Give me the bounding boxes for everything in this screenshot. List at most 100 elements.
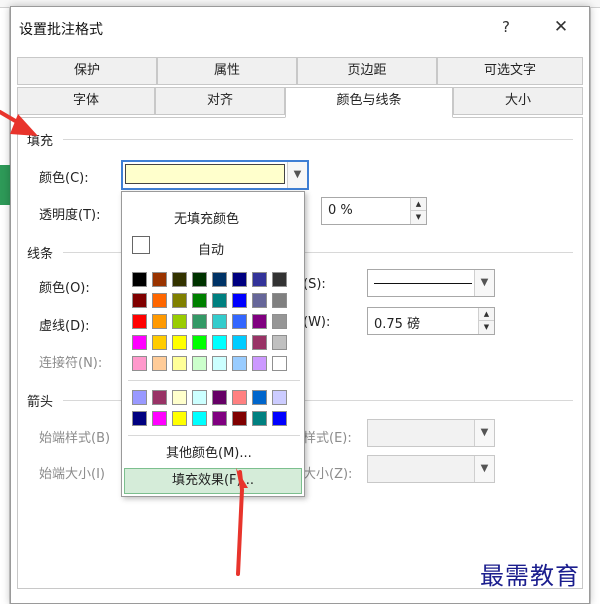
dialog-title: 设置批注格式	[19, 22, 103, 38]
transparency-value: 0 %	[328, 203, 353, 218]
color-swatch[interactable]	[192, 293, 207, 308]
tab-margins[interactable]: 页边距	[297, 57, 437, 85]
fill-color-preview	[125, 164, 285, 184]
end-style-label: 样式(E):	[303, 431, 352, 446]
color-swatch[interactable]	[272, 314, 287, 329]
color-swatch[interactable]	[172, 335, 187, 350]
color-swatch[interactable]	[252, 390, 267, 405]
fill-color-combo[interactable]: ▼	[121, 160, 309, 190]
color-swatch[interactable]	[212, 272, 227, 287]
color-swatch[interactable]	[252, 411, 267, 426]
tab-protection[interactable]: 保护	[17, 57, 157, 85]
fill-section-divider	[63, 139, 573, 140]
color-swatch[interactable]	[172, 356, 187, 371]
color-swatch[interactable]	[212, 335, 227, 350]
color-swatch[interactable]	[192, 272, 207, 287]
color-swatch[interactable]	[232, 314, 247, 329]
color-swatch[interactable]	[232, 293, 247, 308]
color-swatch[interactable]	[252, 335, 267, 350]
auto-color-option[interactable]: 自动	[198, 239, 224, 258]
begin-style-label: 始端样式(B)	[39, 431, 111, 446]
color-swatch[interactable]	[272, 411, 287, 426]
spin-up-icon[interactable]: ▲	[478, 308, 494, 321]
fill-effects-option[interactable]: 填充效果(F)...	[124, 468, 302, 494]
end-size-label: 大小(Z):	[303, 467, 353, 482]
color-swatch[interactable]	[132, 293, 147, 308]
end-style-combo[interactable]: ▼	[367, 419, 495, 447]
color-swatch[interactable]	[132, 335, 147, 350]
dialog-titlebar: 设置批注格式 ? ✕	[11, 7, 589, 47]
tab-colors-lines[interactable]: 颜色与线条	[285, 87, 453, 118]
more-colors-option[interactable]: 其他颜色(M)...	[166, 442, 252, 461]
color-swatch[interactable]	[212, 314, 227, 329]
color-swatch[interactable]	[232, 356, 247, 371]
color-swatch[interactable]	[212, 356, 227, 371]
color-swatch[interactable]	[152, 335, 167, 350]
tab-alignment[interactable]: 对齐	[155, 87, 285, 115]
color-swatch[interactable]	[172, 390, 187, 405]
color-swatch[interactable]	[212, 411, 227, 426]
color-swatch[interactable]	[212, 390, 227, 405]
color-swatch[interactable]	[252, 272, 267, 287]
color-swatch[interactable]	[252, 293, 267, 308]
tab-alt-text[interactable]: 可选文字	[437, 57, 583, 85]
transparency-spinner[interactable]: 0 % ▲ ▼	[321, 197, 427, 225]
color-swatch[interactable]	[172, 272, 187, 287]
dash-label: 虚线(D):	[39, 319, 90, 334]
color-swatch[interactable]	[192, 335, 207, 350]
spin-down-icon[interactable]: ▼	[410, 211, 426, 224]
color-swatch[interactable]	[152, 411, 167, 426]
color-swatch[interactable]	[132, 356, 147, 371]
color-swatch[interactable]	[192, 390, 207, 405]
color-swatch[interactable]	[272, 390, 287, 405]
spin-up-icon[interactable]: ▲	[410, 198, 426, 211]
line-color-label: 颜色(O):	[39, 281, 90, 296]
color-swatch[interactable]	[132, 314, 147, 329]
line-style-combo[interactable]: ▼	[367, 269, 495, 297]
no-fill-option[interactable]: 无填充颜色	[174, 208, 239, 227]
color-swatch[interactable]	[172, 411, 187, 426]
color-swatch[interactable]	[132, 390, 147, 405]
color-swatch[interactable]	[232, 390, 247, 405]
color-swatch[interactable]	[192, 356, 207, 371]
color-swatch[interactable]	[132, 411, 147, 426]
color-swatch[interactable]	[272, 356, 287, 371]
color-swatch[interactable]	[232, 411, 247, 426]
color-swatch[interactable]	[272, 335, 287, 350]
color-swatch[interactable]	[152, 356, 167, 371]
end-size-combo[interactable]: ▼	[367, 455, 495, 483]
chevron-down-icon[interactable]: ▼	[474, 420, 494, 446]
color-swatch[interactable]	[152, 390, 167, 405]
help-button[interactable]: ?	[491, 15, 521, 39]
line-weight-spinner[interactable]: 0.75 磅 ▲ ▼	[367, 307, 495, 335]
color-swatch[interactable]	[172, 293, 187, 308]
chevron-down-icon[interactable]: ▼	[287, 162, 307, 188]
color-swatch[interactable]	[232, 272, 247, 287]
color-swatch[interactable]	[152, 314, 167, 329]
fill-color-label: 颜色(C):	[39, 171, 89, 186]
color-swatch[interactable]	[132, 272, 147, 287]
color-swatch[interactable]	[232, 335, 247, 350]
chevron-down-icon[interactable]: ▼	[474, 270, 494, 296]
background-sheet-right	[590, 8, 600, 604]
more-colors-divider	[128, 435, 300, 436]
color-swatch[interactable]	[272, 272, 287, 287]
color-swatch[interactable]	[152, 293, 167, 308]
color-swatch[interactable]	[192, 411, 207, 426]
line-section-title: 线条	[27, 247, 54, 262]
tab-properties[interactable]: 属性	[157, 57, 297, 85]
color-swatch[interactable]	[172, 314, 187, 329]
line-weight-value: 0.75 磅	[374, 317, 421, 332]
color-swatch[interactable]	[152, 272, 167, 287]
tab-size[interactable]: 大小	[453, 87, 583, 115]
color-swatch[interactable]	[212, 293, 227, 308]
chevron-down-icon[interactable]: ▼	[474, 456, 494, 482]
begin-size-label: 始端大小(I)	[39, 467, 105, 482]
color-swatch[interactable]	[252, 314, 267, 329]
auto-color-swatch[interactable]	[132, 236, 150, 254]
color-swatch[interactable]	[272, 293, 287, 308]
color-swatch[interactable]	[252, 356, 267, 371]
spin-down-icon[interactable]: ▼	[478, 321, 494, 334]
close-button[interactable]: ✕	[541, 15, 581, 39]
color-swatch[interactable]	[192, 314, 207, 329]
